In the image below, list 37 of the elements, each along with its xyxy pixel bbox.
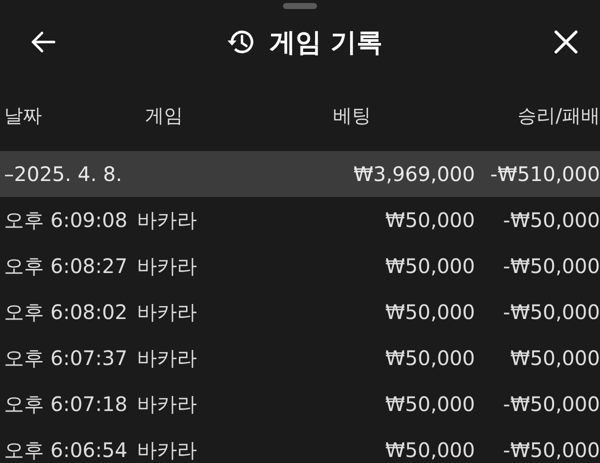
table-cell-text: ₩50,000: [384, 208, 475, 232]
table-cell-text: -₩50,000: [502, 438, 600, 462]
drag-handle[interactable]: [283, 3, 317, 9]
table-cell-text: ₩50,000: [384, 392, 475, 416]
column-header: 베팅: [332, 104, 372, 129]
table-cell-text: -₩50,000: [502, 254, 600, 278]
table-cell-text: 바카라: [137, 206, 198, 234]
table-cell-text: ₩50,000: [384, 346, 475, 370]
back-icon[interactable]: [30, 31, 56, 53]
group-result-total: -₩510,000: [489, 162, 600, 186]
table-cell-text: -₩50,000: [502, 300, 600, 324]
history-icon: [227, 29, 256, 55]
table-cell-text: 바카라: [137, 298, 198, 326]
table-cell-text: ₩50,000: [384, 438, 475, 462]
table-cell-text: 오후 6:08:27: [3, 252, 128, 280]
table-cell-text: 오후 6:08:02: [3, 298, 128, 326]
table-cell-text: 바카라: [137, 390, 198, 418]
group-bet-total: ₩3,969,000: [352, 162, 475, 186]
table-cell-text: 오후 6:07:37: [3, 344, 128, 372]
table-cell-text: ₩50,000: [509, 346, 600, 370]
table-cell-text: 오후 6:09:08: [3, 206, 128, 234]
close-icon[interactable]: [554, 30, 578, 54]
table-cell-text: 오후 6:06:54: [3, 436, 128, 463]
table-cell-text: ₩50,000: [384, 300, 475, 324]
table-cell-text: ₩50,000: [384, 254, 475, 278]
table-cell-text: 바카라: [137, 344, 198, 372]
table-cell-text: 바카라: [137, 252, 198, 280]
table-cell-text: 오후 6:07:18: [3, 390, 128, 418]
group-date: –2025. 4. 8.: [3, 162, 124, 186]
window-title: 게임 기록: [269, 26, 383, 60]
column-header: 게임: [144, 104, 184, 129]
table-cell-text: -₩50,000: [502, 392, 600, 416]
column-header: 승리/패배: [516, 104, 600, 129]
table-cell-text: -₩50,000: [502, 208, 600, 232]
column-header: 날짜: [3, 104, 43, 129]
date-group-row[interactable]: –2025. 4. 8. ₩3,969,000 -₩510,000: [0, 151, 600, 197]
table-cell-text: 바카라: [137, 436, 198, 463]
